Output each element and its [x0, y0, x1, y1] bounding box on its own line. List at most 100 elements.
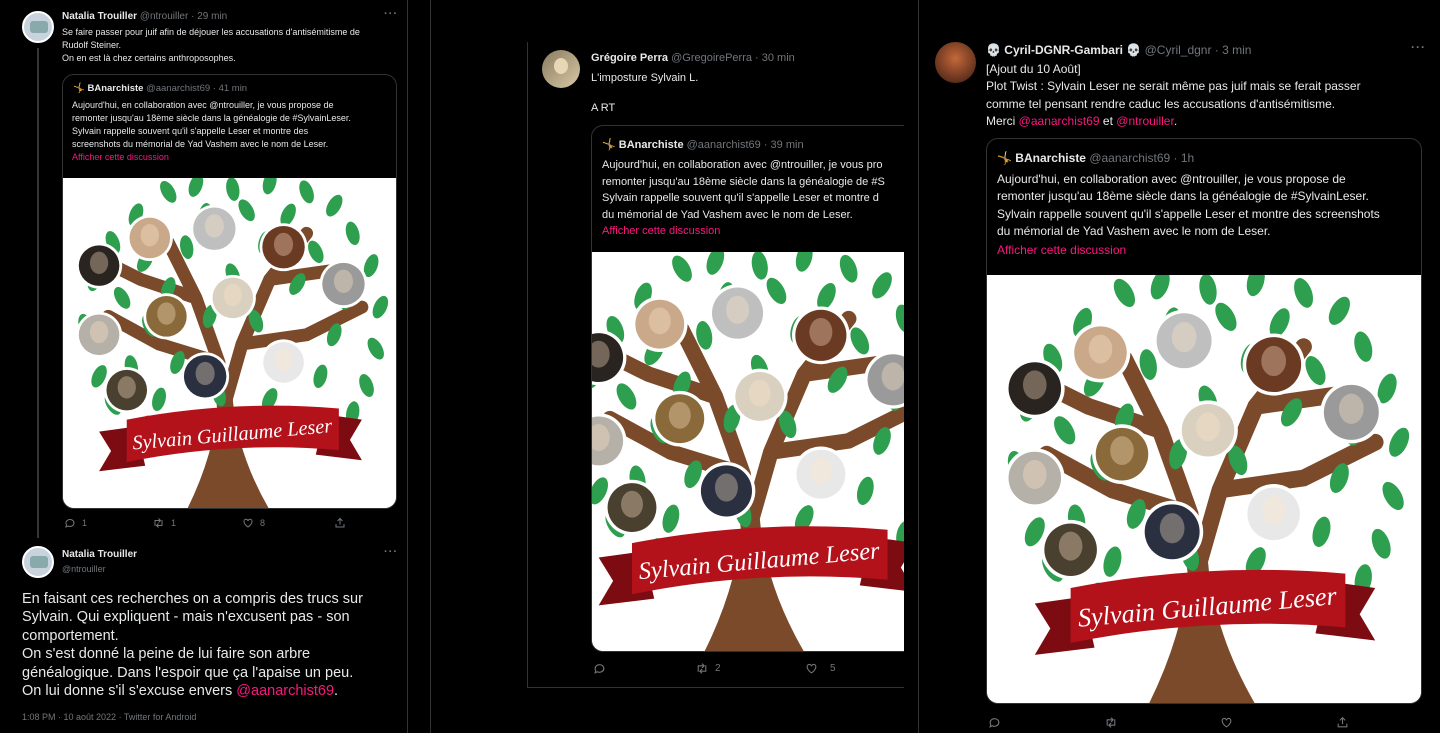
tweet-panel-left: Natalia Trouiller @ntrouiller · 29 min ·…: [0, 0, 408, 733]
mention-link[interactable]: @aanarchist69: [236, 683, 334, 699]
quote-author-name: BAnarchiste: [1015, 151, 1086, 165]
like-count: 5: [830, 663, 836, 674]
tweet-actions: 2 5: [593, 662, 836, 675]
text-span: .: [1173, 113, 1178, 128]
quote-line: screenshots du mémorial de Yad Vashem av…: [72, 139, 329, 149]
show-thread-link[interactable]: Afficher cette discussion: [72, 151, 392, 164]
mention-link[interactable]: @ntrouiller: [1116, 114, 1174, 128]
family-tree-drawing: Sylvain Guillaume Leser: [987, 275, 1421, 703]
tweet-line: On s'est donné la peine de lui faire son…: [22, 646, 311, 663]
quote-header: 🤸 BAnarchiste @aanarchist69 · 1h: [997, 151, 1194, 165]
show-thread-link[interactable]: Afficher cette discussion: [997, 242, 1380, 259]
tweet-text: L'imposture Sylvain L. A RT: [591, 70, 698, 116]
tweet-line: A RT: [591, 102, 616, 114]
tweet-line: comme tel pensant rendre caduc les accus…: [986, 96, 1336, 111]
heart-icon: [806, 663, 817, 674]
author-handle[interactable]: @ntrouiller · 29 min: [140, 11, 227, 22]
tweet-text: Se faire passer pour juif afin de déjoue…: [62, 26, 402, 65]
tweet-text: [Ajout du 10 Août] Plot Twist : Sylvain …: [986, 61, 1361, 130]
family-tree-drawing: Sylvain Guillaume Leser: [592, 252, 904, 651]
author-name[interactable]: Natalia Trouiller: [62, 11, 137, 22]
heart-icon: [243, 518, 253, 528]
tweet-line: [Ajout du 10 Août]: [986, 62, 1081, 76]
tweet-line: En faisant ces recherches on a compris d…: [22, 591, 363, 607]
share-icon: [335, 517, 345, 528]
quote-line: remonter jusqu'au 18ème siècle dans la g…: [997, 189, 1369, 204]
retweet-icon: [1106, 717, 1116, 728]
gap: [904, 0, 918, 733]
tweet-actions: 1 1 8: [64, 517, 346, 529]
share-button[interactable]: [334, 517, 346, 529]
reply-button[interactable]: 1: [64, 517, 152, 529]
quote-line: remonter jusqu'au 18ème siècle dans la g…: [602, 175, 885, 188]
tweet-line: généalogique. Dans l'espoir que ça l'apa…: [22, 664, 354, 681]
tweet-panel-right: 💀 Cyril-DGNR-Gambari 💀 @Cyril_dgnr · 3 m…: [918, 0, 1440, 733]
avatar[interactable]: [542, 50, 580, 88]
quoted-tweet[interactable]: 🤸 BAnarchiste @aanarchist69 · 39 min Auj…: [591, 125, 904, 652]
quoted-tweet[interactable]: 🤸 BAnarchiste @aanarchist69 · 1h Aujourd…: [986, 138, 1422, 704]
more-options-icon[interactable]: ···: [1411, 40, 1426, 54]
reply-icon: [65, 518, 75, 528]
quote-avatar-icon: 🤸: [602, 139, 616, 151]
quote-line: remonter jusqu'au 18ème siècle dans la g…: [72, 113, 351, 123]
author-handle[interactable]: @Cyril_dgnr · 3 min: [1145, 43, 1252, 57]
tweet-header: Natalia Trouiller @ntrouiller · 29 min: [62, 11, 227, 22]
author-handle[interactable]: @ntrouiller: [62, 562, 137, 576]
more-options-icon[interactable]: ···: [384, 8, 398, 20]
tweet-timestamp[interactable]: 1:08 PM · 10 août 2022 · Twitter for And…: [22, 712, 196, 722]
avatar[interactable]: [935, 42, 976, 83]
quote-line: du mémorial de Yad Vashem avec le nom de…: [602, 208, 853, 221]
avatar[interactable]: [22, 11, 54, 43]
retweet-button[interactable]: 1: [152, 517, 242, 529]
quote-line: Aujourd'hui, en collaboration avec @ntro…: [72, 100, 334, 110]
tweet-line: Se faire passer pour juif afin de déjoue…: [62, 27, 360, 37]
tweet-line: Rudolf Steiner.: [62, 40, 122, 50]
quote-line: Sylvain rappelle souvent qu'il s'appelle…: [72, 126, 309, 136]
quote-author-handle: @aanarchist69 · 41 min: [146, 83, 248, 94]
retweet-button[interactable]: [1104, 716, 1220, 729]
tweet-line: comportement.: [22, 627, 119, 644]
thread-line: [37, 48, 39, 538]
tweet-text: En faisant ces recherches on a compris d…: [22, 590, 402, 700]
author-name[interactable]: 💀 Cyril-DGNR-Gambari 💀: [986, 43, 1141, 57]
quote-author-handle: @aanarchist69 · 39 min: [686, 139, 804, 151]
more-options-icon[interactable]: ···: [384, 546, 398, 558]
author-handle[interactable]: @GregoirePerra · 30 min: [671, 52, 795, 64]
avatar[interactable]: [22, 546, 54, 578]
tweet-line: Plot Twist : Sylvain Leser ne serait mêm…: [986, 79, 1361, 94]
quote-author-name: BAnarchiste: [87, 83, 144, 94]
retweet-button[interactable]: 2: [695, 662, 805, 675]
family-tree-image[interactable]: Sylvain Guillaume Leser: [987, 275, 1421, 703]
retweet-count: 2: [715, 663, 721, 674]
like-button[interactable]: 8: [242, 517, 334, 529]
author-name[interactable]: Natalia Trouiller: [62, 548, 137, 562]
tweet-line: Merci @aanarchist69 et @ntrouiller.: [986, 113, 1361, 130]
quoted-tweet[interactable]: 🤸 BAnarchiste @aanarchist69 · 41 min Auj…: [62, 74, 397, 509]
quote-avatar-icon: 🤸: [73, 83, 85, 94]
text-span: Merci: [986, 113, 1019, 128]
show-thread-link[interactable]: Afficher cette discussion: [602, 223, 885, 240]
reply-button[interactable]: [988, 716, 1104, 729]
author-name[interactable]: Grégoire Perra: [591, 52, 668, 64]
tweet-line: On lui donne s'il s'excuse envers @aanar…: [22, 682, 402, 700]
quote-text: Aujourd'hui, en collaboration avec @ntro…: [997, 171, 1380, 259]
like-count: 8: [260, 518, 266, 528]
mention-link[interactable]: @aanarchist69: [1019, 114, 1100, 128]
like-button[interactable]: 5: [805, 662, 836, 675]
text-span: .: [334, 683, 339, 700]
like-button[interactable]: [1220, 716, 1336, 729]
reply-button[interactable]: [593, 662, 695, 675]
family-tree-image[interactable]: Sylvain Guillaume Leser: [592, 252, 904, 651]
share-button[interactable]: [1336, 716, 1349, 729]
tweet-line: On en est là chez certains anthroposophe…: [62, 53, 236, 63]
quote-line: Aujourd'hui, en collaboration avec @ntro…: [997, 172, 1346, 186]
quote-author-name: BAnarchiste: [618, 139, 684, 151]
reply-icon: [594, 664, 605, 674]
family-tree-image[interactable]: Sylvain Guillaume Leser: [63, 178, 396, 508]
quote-line: Aujourd'hui, en collaboration avec @ntro…: [602, 159, 883, 171]
tweet-line: Sylvain. Qui expliquent - mais n'excusen…: [22, 609, 350, 626]
reply-count: 1: [82, 518, 88, 528]
tweet-header: Natalia Trouiller @ntrouiller: [62, 548, 137, 576]
quote-text: Aujourd'hui, en collaboration avec @ntro…: [602, 157, 885, 240]
retweet-icon: [154, 518, 163, 528]
